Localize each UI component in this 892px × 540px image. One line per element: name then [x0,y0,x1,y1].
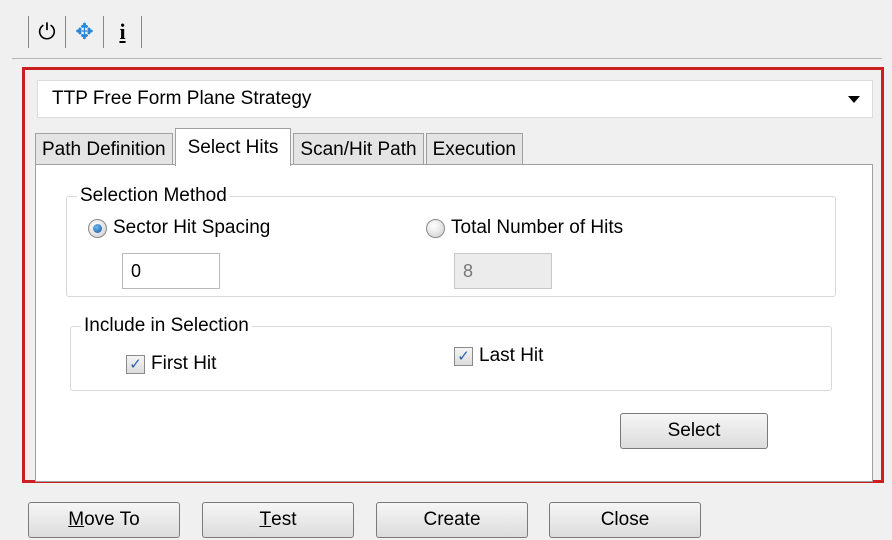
test-button[interactable]: Test [202,502,354,538]
first-hit-label: First Hit [151,353,217,374]
move-to-button[interactable]: Move To [28,502,180,538]
strategy-dropdown-value: TTP Free Form Plane Strategy [52,88,312,109]
test-mnemonic: T [259,509,272,530]
last-hit-label: Last Hit [479,345,544,366]
create-button[interactable]: Create [376,502,528,538]
selection-method-legend: Selection Method [80,185,227,206]
tab-scan-hit-path[interactable]: Scan/Hit Path [293,133,424,165]
move-to-mnemonic: M [68,509,85,530]
tab-bar: Path Definition Select Hits Scan/Hit Pat… [35,127,525,166]
test-label: est [271,509,297,530]
sector-hit-spacing-label: Sector Hit Spacing [113,217,271,238]
sector-hit-spacing-radio[interactable] [88,218,107,238]
include-in-selection-legend: Include in Selection [84,315,249,336]
first-hit-checkbox[interactable]: ✓ [126,354,145,374]
divider [12,58,882,59]
strategy-dropdown[interactable]: TTP Free Form Plane Strategy [37,80,873,118]
select-button[interactable]: Select [620,413,768,449]
total-number-of-hits-label: Total Number of Hits [451,217,624,238]
tab-select-hits[interactable]: Select Hits [174,128,292,166]
close-button[interactable]: Close [549,502,701,538]
last-hit-checkbox[interactable]: ✓ [454,346,473,366]
move-to-label: ove To [84,509,140,530]
total-number-of-hits-option[interactable]: Total Number of Hits [426,217,623,239]
icon-tab-strip: ⏻ ✥ i [28,14,142,48]
first-hit-option[interactable]: ✓ First Hit [126,353,216,375]
total-number-of-hits-radio[interactable] [426,218,445,238]
total-number-of-hits-input[interactable]: 8 [454,253,552,289]
move-arrows-icon[interactable]: ✥ [66,16,104,48]
last-hit-option[interactable]: ✓ Last Hit [454,345,543,367]
sector-hit-spacing-option[interactable]: Sector Hit Spacing [88,217,270,239]
highlighted-strategy-panel: TTP Free Form Plane Strategy Path Defini… [22,67,884,483]
tab-execution[interactable]: Execution [425,133,524,165]
power-icon[interactable]: ⏻ [28,16,66,48]
select-hits-page: Selection Method Sector Hit Spacing 0 To… [35,164,873,482]
info-icon[interactable]: i [104,16,142,48]
tab-path-definition[interactable]: Path Definition [35,133,173,165]
chevron-down-icon[interactable] [848,96,860,103]
dialog-window: ⏻ ✥ i TTP Free Form Plane Strategy Path … [0,0,892,540]
sector-hit-spacing-input[interactable]: 0 [122,253,220,289]
